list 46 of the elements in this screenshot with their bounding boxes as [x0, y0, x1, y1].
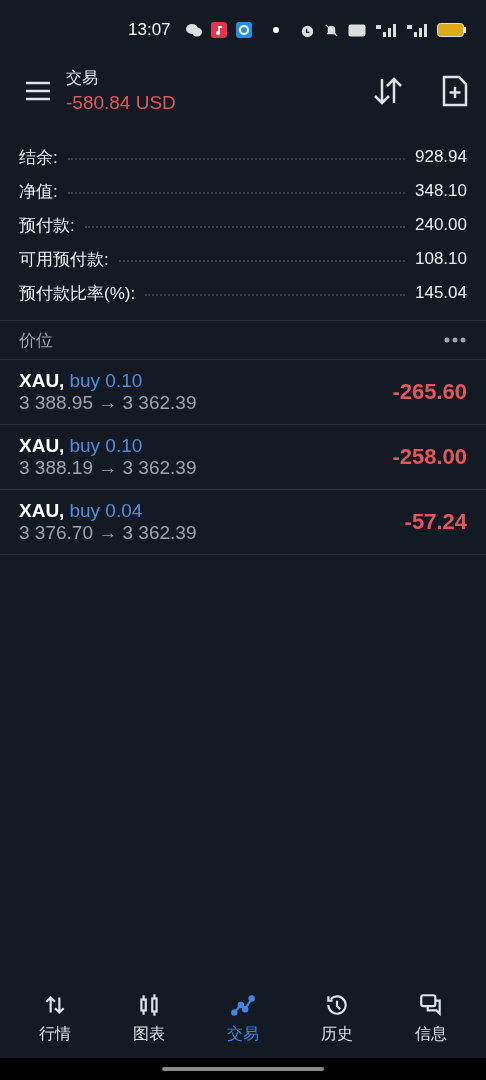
- nav-tab[interactable]: 交易: [217, 980, 269, 1058]
- position-symbol: XAU,: [19, 370, 65, 392]
- nav-tab[interactable]: 图表: [123, 980, 175, 1058]
- menu-button[interactable]: [24, 80, 52, 102]
- muted-bell-icon: [323, 22, 339, 38]
- account-label: 可用预付款:: [19, 248, 109, 271]
- account-label: 净值:: [19, 180, 58, 203]
- nav-tab[interactable]: 行情: [29, 980, 81, 1058]
- position-symbol: XAU,: [19, 500, 65, 522]
- position-prices: 3 388.95 → 3 362.39: [19, 392, 198, 414]
- clock-time: 13:07: [128, 20, 171, 40]
- line-chart-icon: [230, 992, 256, 1018]
- position-profit: -265.60: [392, 379, 467, 405]
- position-side: buy 0.04: [69, 500, 143, 522]
- account-label: 预付款:: [19, 214, 75, 237]
- nav-tab[interactable]: 信息: [405, 980, 457, 1058]
- account-value: 145.04: [415, 283, 467, 303]
- app-icon: [235, 22, 252, 38]
- position-side: buy 0.10: [69, 370, 143, 392]
- sort-button[interactable]: [372, 76, 404, 106]
- nav-tab[interactable]: 历史: [311, 980, 363, 1058]
- history-icon: [324, 992, 350, 1018]
- signal-icon: [405, 23, 428, 37]
- position-profit: -57.24: [404, 509, 467, 535]
- account-value: 240.00: [415, 215, 467, 235]
- account-label: 预付款比率(%):: [19, 282, 136, 305]
- account-value: 928.94: [415, 147, 467, 167]
- new-order-button[interactable]: [442, 75, 468, 107]
- account-label: 结余:: [19, 146, 58, 169]
- chat-app-icon: [185, 23, 202, 37]
- account-value: 108.10: [415, 249, 467, 269]
- chat-bubbles-icon: [418, 992, 444, 1018]
- position-symbol: XAU,: [19, 435, 65, 457]
- more-icon[interactable]: [444, 337, 466, 343]
- page-title: 交易: [66, 68, 99, 88]
- music-app-icon: [210, 22, 227, 38]
- position-prices: 3 388.19 → 3 362.39: [19, 457, 198, 479]
- position-prices: 3 376.70 → 3 362.39: [19, 522, 198, 544]
- account-value: 348.10: [415, 181, 467, 201]
- battery-icon: [436, 23, 467, 37]
- position-side: buy 0.10: [69, 435, 143, 457]
- balance-amount: -580.84 USD: [66, 92, 177, 114]
- position-profit: -258.00: [392, 444, 467, 470]
- dot-icon: [272, 27, 279, 33]
- section-title: 价位: [19, 329, 53, 352]
- signal-icon: [374, 23, 397, 37]
